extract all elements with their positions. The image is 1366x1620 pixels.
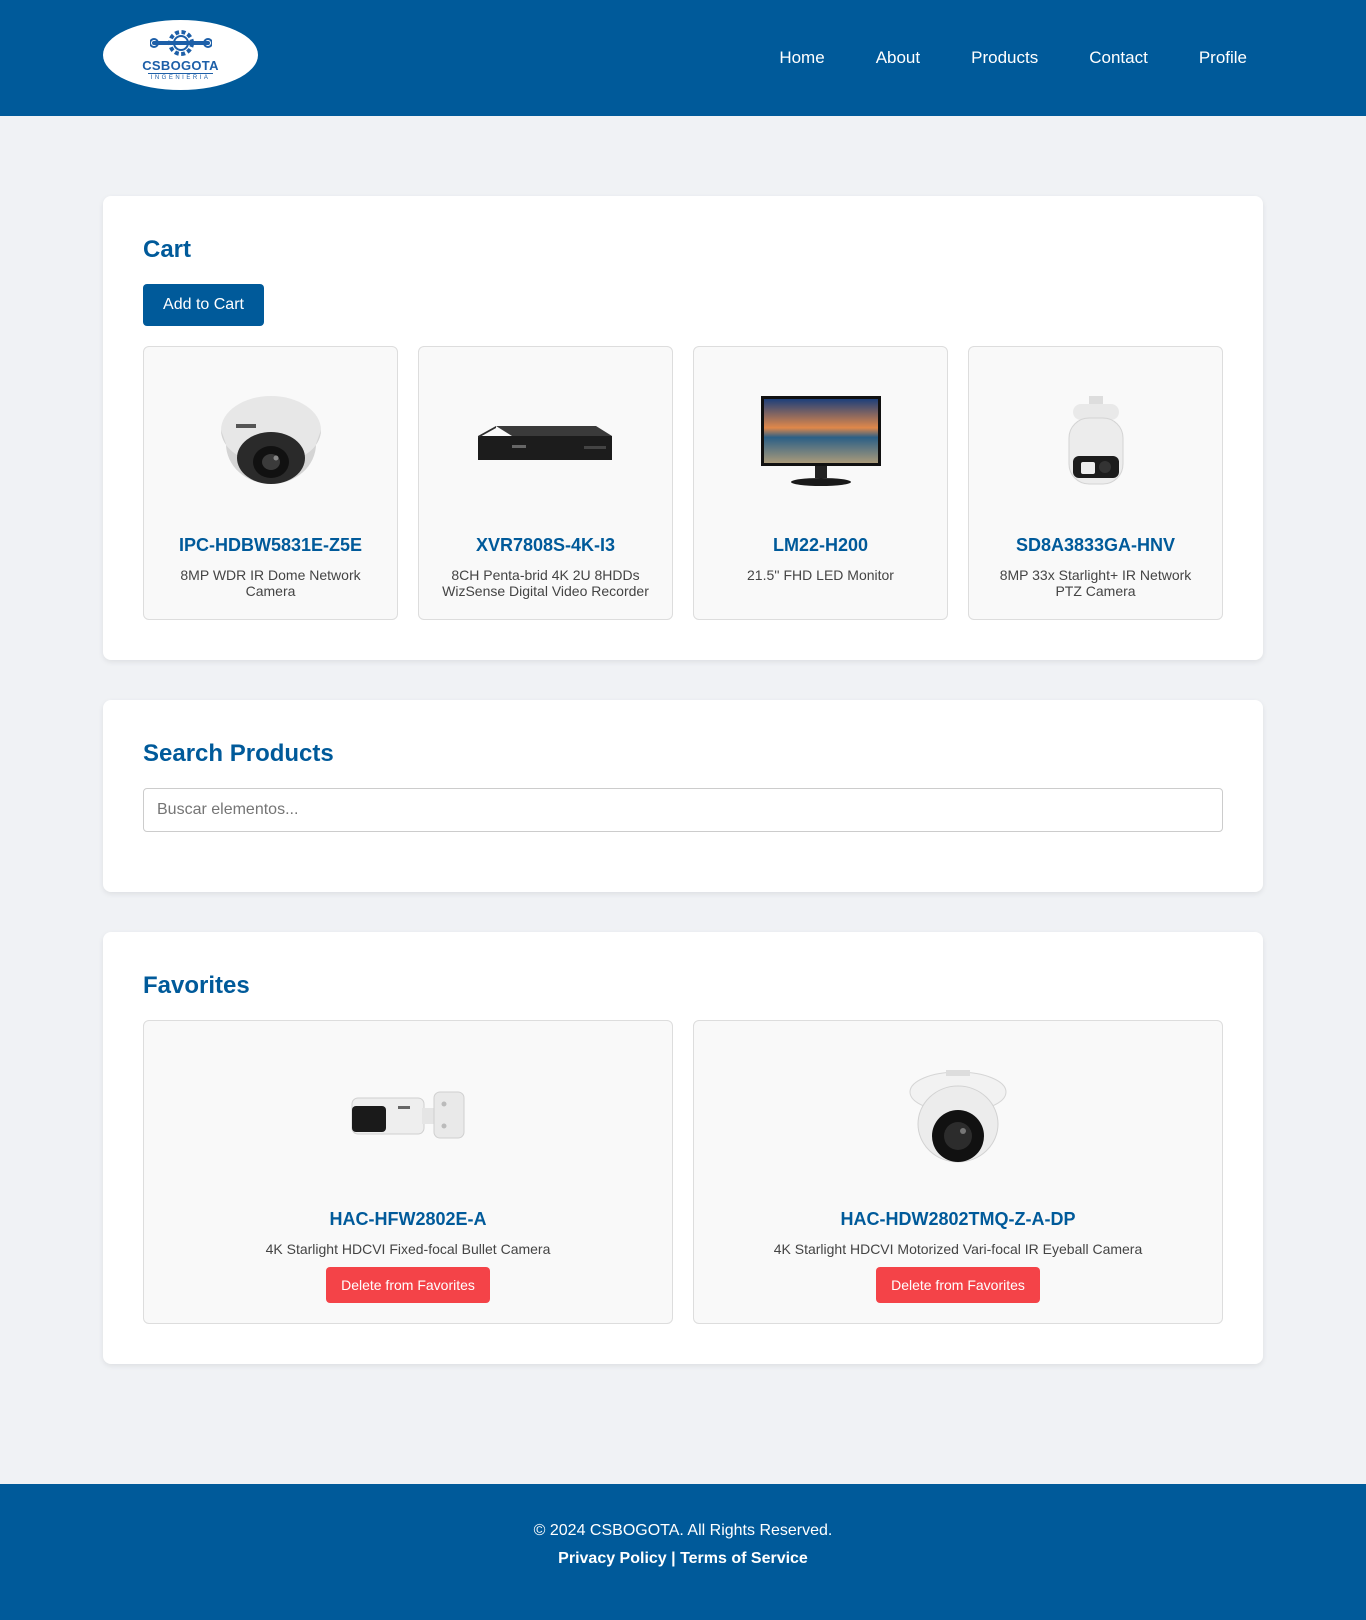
terms-of-service-link[interactable]: Terms of Service: [680, 1550, 808, 1567]
product-description: 8CH Penta-brid 4K 2U 8HDDs WizSense Digi…: [442, 567, 649, 599]
favorites-grid: HAC-HFW2802E-A 4K Starlight HDCVI Fixed-…: [143, 1020, 1223, 1324]
product-card[interactable]: SD8A3833GA-HNV 8MP 33x Starlight+ IR Net…: [968, 346, 1223, 620]
video-recorder-image: [419, 387, 672, 497]
footer-separator: |: [666, 1550, 681, 1567]
site-footer: © 2024 CSBOGOTA. All Rights Reserved. Pr…: [0, 1484, 1366, 1620]
favorite-card[interactable]: HAC-HDW2802TMQ-Z-A-DP 4K Starlight HDCVI…: [693, 1020, 1223, 1324]
ptz-camera-image: [969, 387, 1222, 497]
product-card[interactable]: XVR7808S-4K-I3 8CH Penta-brid 4K 2U 8HDD…: [418, 346, 673, 620]
add-to-cart-button[interactable]: Add to Cart: [143, 284, 264, 326]
search-section: Search Products: [103, 700, 1263, 892]
product-card[interactable]: IPC-HDBW5831E-Z5E 8MP WDR IR Dome Networ…: [143, 346, 398, 620]
favorites-title: Favorites: [143, 972, 250, 999]
monitor-image: [694, 387, 947, 497]
nav-home[interactable]: Home: [779, 48, 824, 68]
company-logo[interactable]: CSBOGOTA INGENIERIA: [103, 20, 258, 90]
product-description: 8MP 33x Starlight+ IR Network PTZ Camera: [999, 567, 1192, 599]
footer-links: Privacy Policy | Terms of Service: [0, 1550, 1366, 1568]
nav-profile[interactable]: Profile: [1199, 48, 1247, 68]
copyright-text: © 2024 CSBOGOTA. All Rights Reserved.: [533, 1522, 833, 1539]
search-title: Search Products: [143, 740, 334, 767]
nav-contact[interactable]: Contact: [1089, 48, 1148, 68]
favorite-model: HAC-HDW2802TMQ-Z-A-DP: [840, 1209, 1076, 1229]
bullet-camera-image: [144, 1061, 672, 1171]
favorites-section: Favorites HAC-HFW2802E-A 4K Starlight HD…: [103, 932, 1263, 1364]
logo-tagline: INGENIERIA: [147, 73, 214, 82]
cart-product-grid: IPC-HDBW5831E-Z5E 8MP WDR IR Dome Networ…: [143, 346, 1223, 620]
site-header: CSBOGOTA INGENIERIA Home About Products …: [0, 0, 1366, 116]
cart-title: Cart: [143, 236, 192, 263]
product-model: IPC-HDBW5831E-Z5E: [178, 535, 363, 555]
product-card[interactable]: LM22-H200 21.5'' FHD LED Monitor: [693, 346, 948, 620]
search-input[interactable]: [143, 788, 1223, 832]
product-model: XVR7808S-4K-I3: [475, 535, 616, 555]
gear-wrench-icon: [149, 30, 212, 56]
main-nav: Home About Products Contact Profile: [728, 0, 1247, 116]
product-description: 8MP WDR IR Dome Network Camera: [180, 567, 361, 599]
delete-favorite-button[interactable]: Delete from Favorites: [876, 1267, 1040, 1303]
nav-products[interactable]: Products: [971, 48, 1038, 68]
favorite-card[interactable]: HAC-HFW2802E-A 4K Starlight HDCVI Fixed-…: [143, 1020, 673, 1324]
dome-camera-image: [144, 387, 397, 497]
product-description: 21.5'' FHD LED Monitor: [747, 567, 894, 583]
favorite-description: 4K Starlight HDCVI Fixed-focal Bullet Ca…: [265, 1241, 551, 1257]
product-model: SD8A3833GA-HNV: [1015, 535, 1176, 555]
cart-section: Cart Add to Cart IPC-HDBW5831E-Z5E 8MP W…: [103, 196, 1263, 660]
favorite-model: HAC-HFW2802E-A: [329, 1209, 487, 1229]
delete-favorite-button[interactable]: Delete from Favorites: [326, 1267, 490, 1303]
nav-about[interactable]: About: [876, 48, 920, 68]
privacy-policy-link[interactable]: Privacy Policy: [558, 1550, 667, 1567]
product-model: LM22-H200: [772, 535, 869, 555]
logo-name: CSBOGOTA: [142, 58, 219, 73]
favorite-description: 4K Starlight HDCVI Motorized Vari-focal …: [773, 1241, 1143, 1257]
eyeball-camera-image: [694, 1061, 1222, 1171]
